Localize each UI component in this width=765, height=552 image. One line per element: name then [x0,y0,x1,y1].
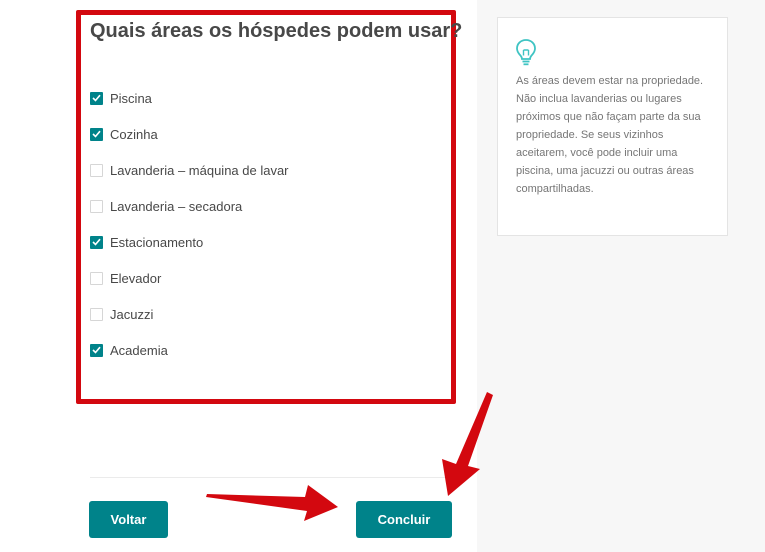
amenity-checkbox[interactable] [90,343,103,357]
amenity-item[interactable]: Lavanderia – máquina de lavar [90,152,289,188]
amenity-checkbox[interactable] [90,127,103,141]
checkmark-icon [92,238,101,246]
amenity-label: Jacuzzi [110,306,154,322]
amenity-item[interactable]: Estacionamento [90,224,289,260]
checkmark-icon [92,346,101,354]
amenity-label: Lavanderia – máquina de lavar [110,162,289,178]
amenity-label: Cozinha [110,126,158,142]
tip-text: As áreas devem estar na propriedade. Não… [516,75,704,195]
done-button[interactable]: Concluir [356,501,452,538]
amenity-item[interactable]: Elevador [90,260,289,296]
amenity-item[interactable]: Cozinha [90,116,289,152]
amenity-list: Piscina Cozinha Lavanderia – máquina de la… [90,80,289,368]
amenity-label: Lavanderia – secadora [110,198,243,214]
back-button[interactable]: Voltar [89,501,168,538]
page-title: Quais áreas os hóspedes podem usar? [90,20,463,42]
amenity-item[interactable]: Piscina [90,80,289,116]
checkmark-icon [92,94,101,102]
checkmark-icon [92,130,101,138]
amenity-checkbox[interactable] [90,235,103,249]
lightbulb-icon [516,39,536,66]
amenity-checkbox[interactable] [90,271,103,285]
amenity-checkbox[interactable] [90,163,103,177]
amenity-label: Academia [110,342,168,358]
footer-divider [90,477,455,478]
amenity-checkbox[interactable] [90,91,103,105]
amenity-checkbox[interactable] [90,307,103,321]
amenity-label: Piscina [110,90,152,106]
amenity-label: Estacionamento [110,234,204,250]
amenity-checkbox[interactable] [90,199,103,213]
amenity-item[interactable]: Jacuzzi [90,296,289,332]
amenity-item[interactable]: Lavanderia – secadora [90,188,289,224]
amenity-item[interactable]: Academia [90,332,289,368]
tip-card: As áreas devem estar na propriedade. Não… [497,17,728,236]
arrow-right-annotation [206,485,338,521]
amenity-label: Elevador [110,270,162,286]
